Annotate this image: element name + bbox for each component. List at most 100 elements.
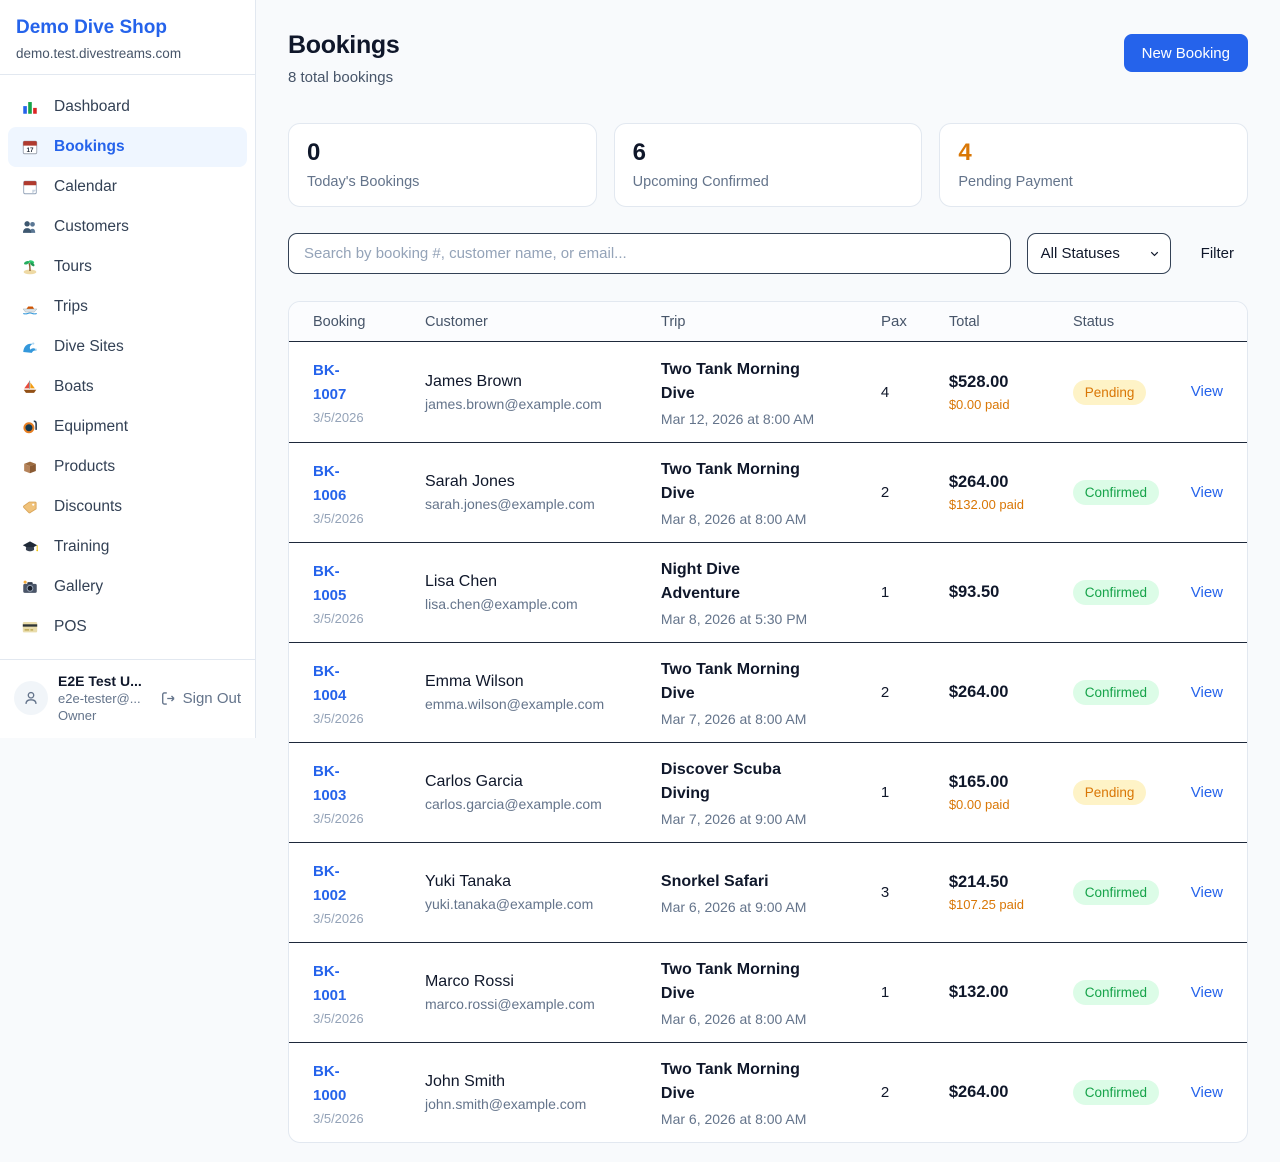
trip-datetime: Mar 7, 2026 at 9:00 AM bbox=[661, 811, 873, 827]
view-link[interactable]: View bbox=[1191, 484, 1223, 501]
status-badge: Confirmed bbox=[1073, 880, 1159, 905]
sidebar-item-bookings[interactable]: 17 Bookings bbox=[8, 127, 247, 167]
table-row: BK-1005 3/5/2026 Lisa Chen lisa.chen@exa… bbox=[289, 542, 1247, 642]
page-header: Bookings 8 total bookings New Booking bbox=[288, 31, 1248, 86]
booking-code-link[interactable]: BK-1003 bbox=[313, 760, 368, 808]
view-link[interactable]: View bbox=[1191, 383, 1223, 400]
chevron-down-icon bbox=[1148, 247, 1161, 260]
view-link[interactable]: View bbox=[1191, 984, 1223, 1001]
new-booking-button[interactable]: New Booking bbox=[1124, 34, 1248, 72]
sidebar-item-dashboard[interactable]: Dashboard bbox=[8, 87, 247, 127]
main-content: Bookings 8 total bookings New Booking 0 … bbox=[288, 0, 1248, 1143]
total-amount: $93.50 bbox=[949, 583, 1065, 602]
booking-date: 3/5/2026 bbox=[313, 611, 417, 626]
booking-code-link[interactable]: BK-1004 bbox=[313, 660, 368, 708]
trip-name: Two Tank Morning Dive bbox=[661, 358, 821, 406]
column-header-booking: Booking bbox=[289, 314, 425, 330]
view-link[interactable]: View bbox=[1191, 884, 1223, 901]
search-input[interactable] bbox=[288, 233, 1011, 274]
customer-email: lisa.chen@example.com bbox=[425, 596, 653, 612]
view-link[interactable]: View bbox=[1191, 584, 1223, 601]
sidebar-item-equipment[interactable]: Equipment bbox=[8, 407, 247, 447]
total-amount: $165.00 bbox=[949, 773, 1065, 792]
user-name: E2E Test U... bbox=[58, 673, 150, 689]
sidebar-item-label: Customers bbox=[54, 218, 129, 236]
customer-name: Carlos Garcia bbox=[425, 773, 653, 791]
graduation-cap-icon bbox=[20, 537, 40, 557]
pax-count: 1 bbox=[881, 784, 949, 801]
total-amount: $214.50 bbox=[949, 873, 1065, 892]
bar-chart-icon bbox=[20, 97, 40, 117]
pax-count: 2 bbox=[881, 684, 949, 701]
status-badge: Pending bbox=[1073, 380, 1147, 405]
sidebar-item-label: Training bbox=[54, 538, 109, 556]
dive-mask-icon bbox=[20, 417, 40, 437]
sidebar-item-pos[interactable]: POS bbox=[8, 607, 247, 647]
person-icon bbox=[22, 689, 40, 707]
total-amount: $264.00 bbox=[949, 1083, 1065, 1102]
table-row: BK-1007 3/5/2026 James Brown james.brown… bbox=[289, 342, 1247, 442]
sidebar-item-label: Products bbox=[54, 458, 115, 476]
trip-datetime: Mar 8, 2026 at 8:00 AM bbox=[661, 511, 873, 527]
booking-code-link[interactable]: BK-1000 bbox=[313, 1060, 368, 1108]
filter-controls: All Statuses Filter bbox=[288, 233, 1248, 274]
sign-out-button[interactable]: Sign Out bbox=[160, 690, 241, 707]
table-row: BK-1002 3/5/2026 Yuki Tanaka yuki.tanaka… bbox=[289, 842, 1247, 942]
booking-code-link[interactable]: BK-1005 bbox=[313, 560, 368, 608]
column-header-customer: Customer bbox=[425, 314, 661, 330]
sidebar-item-discounts[interactable]: Discounts bbox=[8, 487, 247, 527]
paid-amount: $107.25 paid bbox=[949, 897, 1045, 912]
sidebar-item-products[interactable]: Products bbox=[8, 447, 247, 487]
sidebar-item-calendar[interactable]: Calendar bbox=[8, 167, 247, 207]
booking-code-link[interactable]: BK-1007 bbox=[313, 359, 368, 407]
booking-code-link[interactable]: BK-1001 bbox=[313, 960, 368, 1008]
trip-datetime: Mar 7, 2026 at 8:00 AM bbox=[661, 711, 873, 727]
shop-name: Demo Dive Shop bbox=[16, 17, 239, 39]
column-header-trip: Trip bbox=[661, 314, 881, 330]
sidebar-item-trips[interactable]: Trips bbox=[8, 287, 247, 327]
status-badge: Confirmed bbox=[1073, 680, 1159, 705]
booking-code-link[interactable]: BK-1002 bbox=[313, 860, 368, 908]
booking-date: 3/5/2026 bbox=[313, 410, 417, 425]
sidebar-user-footer: E2E Test U... e2e-tester@... Owner Sign … bbox=[0, 659, 255, 738]
stat-value: 4 bbox=[958, 139, 1229, 167]
sidebar-item-tours[interactable]: Tours bbox=[8, 247, 247, 287]
stat-card-todays-bookings: 0 Today's Bookings bbox=[288, 123, 597, 207]
status-filter-select[interactable]: All Statuses bbox=[1027, 233, 1171, 274]
sidebar-item-label: Bookings bbox=[54, 138, 125, 156]
table-row: BK-1004 3/5/2026 Emma Wilson emma.wilson… bbox=[289, 642, 1247, 742]
status-badge: Pending bbox=[1073, 780, 1147, 805]
customer-email: carlos.garcia@example.com bbox=[425, 796, 653, 812]
bookings-table: Booking Customer Trip Pax Total Status B… bbox=[288, 301, 1248, 1143]
sidebar-item-label: Calendar bbox=[54, 178, 117, 196]
page-title: Bookings bbox=[288, 31, 400, 60]
sidebar-item-customers[interactable]: Customers bbox=[8, 207, 247, 247]
table-body: BK-1007 3/5/2026 James Brown james.brown… bbox=[289, 342, 1247, 1142]
paid-amount: $0.00 paid bbox=[949, 797, 1045, 812]
sidebar-item-dive-sites[interactable]: Dive Sites bbox=[8, 327, 247, 367]
sailboat-icon bbox=[20, 377, 40, 397]
trip-datetime: Mar 12, 2026 at 8:00 AM bbox=[661, 411, 873, 427]
stat-label: Pending Payment bbox=[958, 174, 1229, 190]
customer-name: James Brown bbox=[425, 373, 653, 391]
logout-icon bbox=[160, 690, 177, 707]
pax-count: 2 bbox=[881, 484, 949, 501]
view-link[interactable]: View bbox=[1191, 1084, 1223, 1101]
sidebar-item-gallery[interactable]: Gallery bbox=[8, 567, 247, 607]
customer-name: John Smith bbox=[425, 1073, 653, 1091]
customer-email: yuki.tanaka@example.com bbox=[425, 896, 653, 912]
sidebar-item-training[interactable]: Training bbox=[8, 527, 247, 567]
column-header-total: Total bbox=[949, 314, 1073, 330]
trip-datetime: Mar 8, 2026 at 5:30 PM bbox=[661, 611, 873, 627]
pax-count: 4 bbox=[881, 384, 949, 401]
customer-email: marco.rossi@example.com bbox=[425, 996, 653, 1012]
customer-email: james.brown@example.com bbox=[425, 396, 653, 412]
tear-calendar-icon bbox=[20, 177, 40, 197]
view-link[interactable]: View bbox=[1191, 684, 1223, 701]
sidebar-item-boats[interactable]: Boats bbox=[8, 367, 247, 407]
filter-button[interactable]: Filter bbox=[1187, 237, 1248, 270]
booking-code-link[interactable]: BK-1006 bbox=[313, 460, 368, 508]
customer-name: Lisa Chen bbox=[425, 573, 653, 591]
view-link[interactable]: View bbox=[1191, 784, 1223, 801]
stat-card-pending-payment: 4 Pending Payment bbox=[939, 123, 1248, 207]
